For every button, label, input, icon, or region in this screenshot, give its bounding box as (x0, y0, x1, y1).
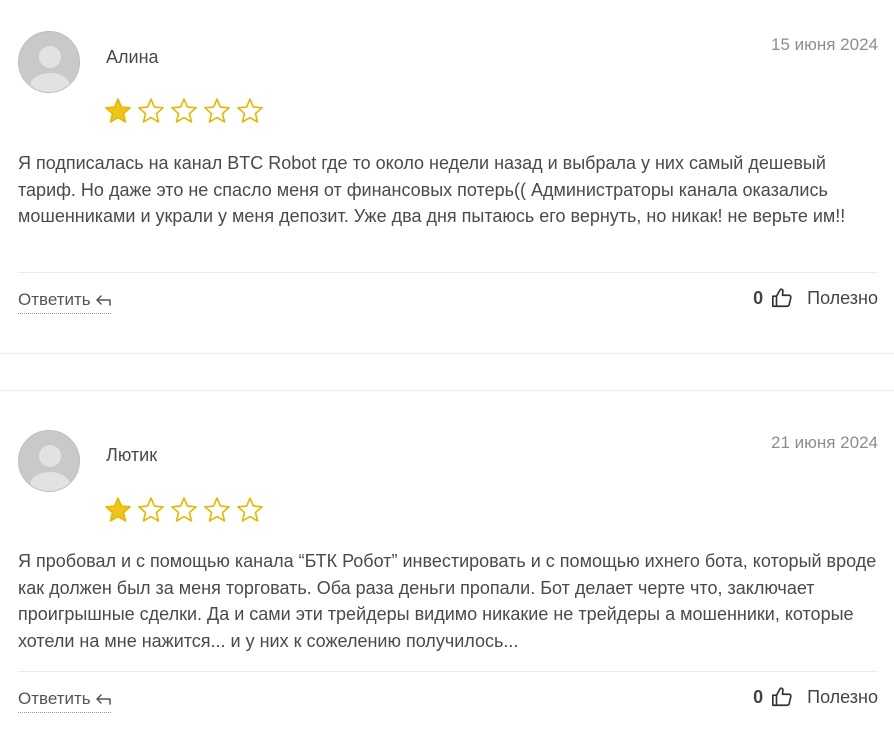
reply-arrow-icon (95, 295, 111, 306)
useful-counter: 0 Полезно (753, 287, 878, 309)
avatar (18, 31, 80, 93)
star-filled-icon (105, 497, 131, 522)
user-silhouette-icon (19, 431, 79, 491)
reply-button[interactable]: Ответить (18, 290, 111, 314)
review-text: Я пробовал и с помощью канала “БТК Робот… (18, 551, 877, 651)
star-empty-icon (237, 98, 263, 123)
review-date: 15 июня 2024 (770, 35, 878, 54)
star-empty-icon (204, 98, 230, 123)
avatar (18, 430, 80, 492)
review-divider (0, 353, 894, 354)
star-empty-icon (171, 98, 197, 123)
useful-count: 0 (753, 287, 764, 308)
thumbs-up-icon[interactable] (771, 686, 793, 708)
rating-stars (104, 496, 264, 524)
reply-arrow-icon (95, 694, 111, 705)
star-empty-icon (138, 98, 164, 123)
review-author: Алина (106, 47, 159, 67)
useful-button[interactable]: Полезно (807, 687, 878, 708)
star-empty-icon (204, 497, 230, 522)
review-date: 21 июня 2024 (770, 433, 878, 452)
useful-button[interactable]: Полезно (807, 288, 878, 309)
reply-label: Ответить (18, 290, 91, 309)
user-silhouette-icon (19, 32, 79, 92)
review-author: Лютик (106, 445, 158, 465)
reply-label: Ответить (18, 689, 91, 708)
useful-count: 0 (753, 686, 764, 707)
separator (18, 671, 878, 672)
star-empty-icon (138, 497, 164, 522)
useful-counter: 0 Полезно (753, 686, 878, 708)
separator (18, 272, 878, 273)
star-empty-icon (171, 497, 197, 522)
rating-stars (104, 97, 264, 125)
star-empty-icon (237, 497, 263, 522)
thumbs-up-icon[interactable] (771, 287, 793, 309)
star-filled-icon (105, 98, 131, 123)
review-text: Я подписалась на канал BTC Robot где то … (18, 153, 846, 226)
review-divider (0, 390, 894, 391)
reply-button[interactable]: Ответить (18, 689, 111, 713)
